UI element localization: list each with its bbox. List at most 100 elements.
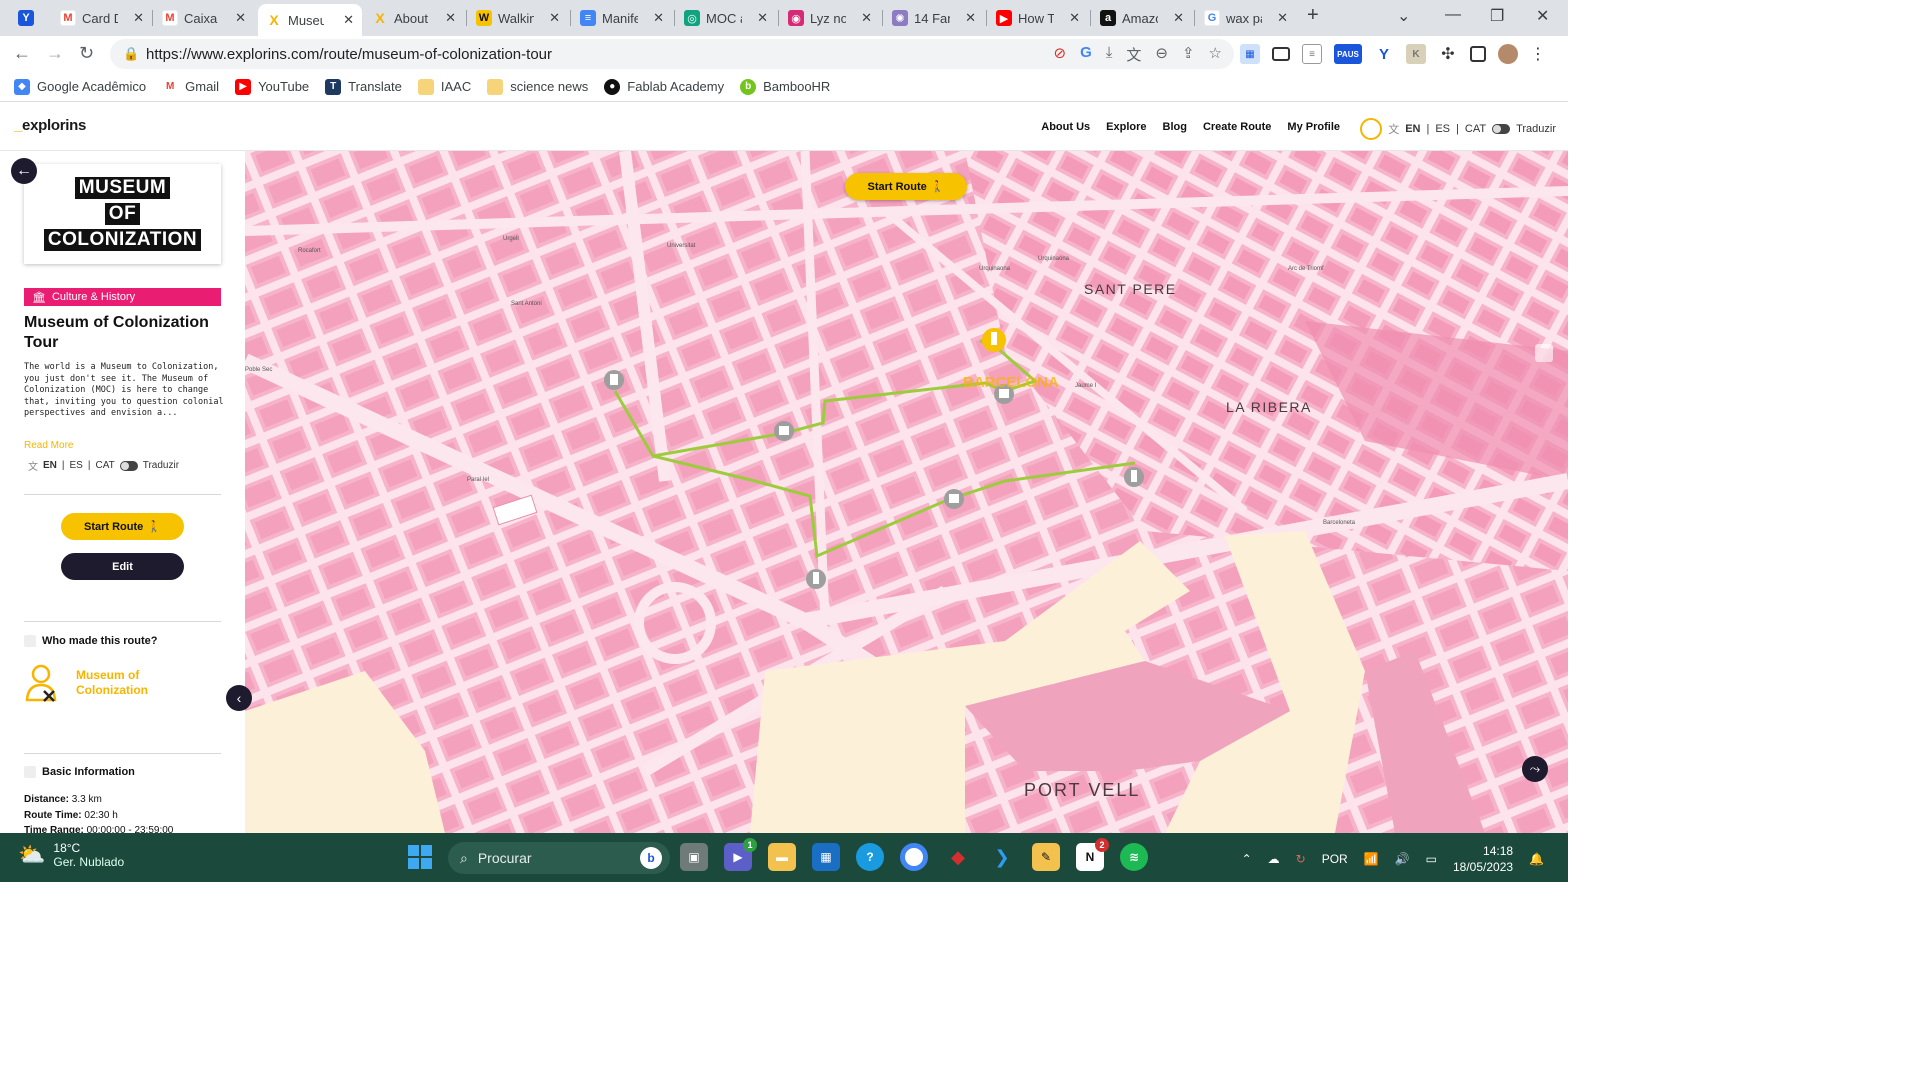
lang-es[interactable]: ES bbox=[1435, 123, 1450, 135]
route-marker[interactable] bbox=[774, 421, 794, 441]
tab-0[interactable]: Y bbox=[10, 4, 48, 32]
battery-icon[interactable]: ▭ bbox=[1426, 852, 1437, 866]
close-icon[interactable]: ✕ bbox=[133, 10, 144, 26]
map-start-route-button[interactable]: Start Route 🚶 bbox=[845, 173, 967, 200]
basic-info-header[interactable]: Basic Information bbox=[24, 766, 135, 778]
nav-my-profile[interactable]: My Profile bbox=[1287, 121, 1340, 133]
route-marker[interactable] bbox=[1124, 467, 1144, 487]
windows-start-icon[interactable] bbox=[408, 845, 432, 869]
tab-11[interactable]: a Amazo ✕ bbox=[1092, 4, 1192, 32]
lang-en[interactable]: EN bbox=[1405, 123, 1420, 135]
bookmark-youtube[interactable]: ▶ YouTube bbox=[235, 78, 309, 95]
close-window-icon[interactable]: ✕ bbox=[1536, 6, 1549, 26]
weather-widget[interactable]: ⛅ 18°C Ger. Nublado bbox=[18, 841, 124, 869]
help-icon[interactable]: ? bbox=[856, 843, 884, 871]
notes-icon[interactable]: ≡ bbox=[1302, 44, 1322, 64]
notifications-icon[interactable]: 🔔 bbox=[1529, 852, 1544, 866]
who-made-header[interactable]: Who made this route? bbox=[24, 635, 158, 647]
share-button[interactable]: ⤳ bbox=[1522, 756, 1548, 782]
nav-about-us[interactable]: About Us bbox=[1041, 121, 1090, 133]
blocked-icon[interactable]: ⊘ bbox=[1053, 44, 1066, 65]
tab-7[interactable]: ◎ MOC a ✕ bbox=[676, 4, 776, 32]
task-view-icon[interactable]: ▣ bbox=[680, 843, 708, 871]
translate-toggle[interactable] bbox=[119, 460, 138, 471]
mcafee-icon[interactable]: ◆ bbox=[944, 843, 972, 871]
picture-in-picture-icon[interactable] bbox=[1272, 47, 1290, 61]
chrome-icon[interactable] bbox=[900, 843, 928, 871]
tab-9[interactable]: ✺ 14 Fan ✕ bbox=[884, 4, 984, 32]
close-icon[interactable]: ✕ bbox=[1173, 10, 1184, 26]
translate-toggle[interactable] bbox=[1492, 124, 1511, 134]
explorins-logo[interactable]: _explorins bbox=[14, 117, 86, 134]
route-marker[interactable] bbox=[944, 489, 964, 509]
bookmark-google-academico[interactable]: ◆ Google Acadêmico bbox=[14, 78, 146, 95]
chevron-up-icon[interactable]: ⌃ bbox=[1242, 852, 1252, 866]
profile-avatar[interactable] bbox=[1498, 44, 1518, 64]
bookmark-bamboohr[interactable]: b BambooHR bbox=[740, 78, 830, 95]
read-more-link[interactable]: Read More bbox=[24, 440, 73, 451]
bookmark-fablab-academy[interactable]: ● Fablab Academy bbox=[604, 78, 724, 95]
new-tab-plus-icon[interactable]: + bbox=[1307, 4, 1319, 27]
edit-button[interactable]: Edit bbox=[61, 553, 184, 580]
puzzle-icon[interactable]: ✣ bbox=[1438, 44, 1458, 64]
close-icon[interactable]: ✕ bbox=[1277, 10, 1288, 26]
tab-1[interactable]: M Card D ✕ bbox=[52, 4, 152, 32]
k-extension-icon[interactable]: K bbox=[1406, 44, 1426, 64]
sticky-notes-icon[interactable]: ✎ bbox=[1032, 843, 1060, 871]
onedrive-cloud-icon[interactable]: ☁ bbox=[1268, 852, 1280, 866]
lang-cat[interactable]: CAT bbox=[1465, 123, 1486, 135]
collapse-sidebar-button[interactable]: ‹ bbox=[226, 685, 252, 711]
input-language[interactable]: POR bbox=[1322, 852, 1348, 866]
back-arrow-icon[interactable]: ← bbox=[13, 43, 31, 64]
volume-icon[interactable]: 🔊 bbox=[1395, 852, 1410, 866]
route-marker[interactable] bbox=[806, 569, 826, 589]
taskbar-search[interactable]: ⌕ Procurar b bbox=[448, 842, 670, 874]
file-explorer-icon[interactable]: ▬ bbox=[768, 843, 796, 871]
tab-search-chevron-icon[interactable]: ⌄ bbox=[1397, 6, 1410, 26]
reload-icon[interactable]: ↻ bbox=[79, 43, 94, 64]
close-icon[interactable]: ✕ bbox=[549, 10, 560, 26]
nav-explore[interactable]: Explore bbox=[1106, 121, 1146, 133]
close-icon[interactable]: ✕ bbox=[757, 10, 768, 26]
route-map[interactable]: Start Route 🚶 SANT PERE LA RIBERA PORT V… bbox=[245, 151, 1568, 833]
notion-icon[interactable]: N2 bbox=[1076, 838, 1109, 871]
bookmark-gmail[interactable]: M Gmail bbox=[162, 78, 219, 95]
nav-create-route[interactable]: Create Route bbox=[1203, 121, 1271, 133]
lang-en[interactable]: EN bbox=[43, 460, 57, 471]
extension-icon[interactable]: ▦ bbox=[1240, 44, 1260, 64]
microsoft-store-icon[interactable]: ▦ bbox=[812, 843, 840, 871]
bookmark-translate[interactable]: T Translate bbox=[325, 78, 402, 95]
tab-10[interactable]: ▶ How Tc ✕ bbox=[988, 4, 1088, 32]
zoom-icon[interactable]: ⊖ bbox=[1155, 44, 1168, 65]
spotify-icon[interactable]: ≋ bbox=[1120, 843, 1148, 871]
user-avatar[interactable] bbox=[1360, 118, 1383, 140]
route-start-marker[interactable] bbox=[982, 328, 1006, 352]
teams-icon[interactable]: ▶ 1 bbox=[724, 838, 757, 871]
close-icon[interactable]: ✕ bbox=[343, 12, 354, 28]
tab-4[interactable]: X About ✕ bbox=[364, 4, 464, 32]
tab-12[interactable]: G wax pa ✕ bbox=[1196, 4, 1296, 32]
paus-extension-icon[interactable]: PAUS bbox=[1334, 44, 1362, 64]
bookmark-folder-iaac[interactable]: IAAC bbox=[417, 78, 471, 95]
system-clock[interactable]: 14:18 18/05/2023 bbox=[1453, 843, 1513, 875]
kebab-menu-icon[interactable]: ⋮ bbox=[1530, 44, 1546, 64]
tab-8[interactable]: ◉ Lyz no ✕ bbox=[780, 4, 880, 32]
bookmark-star-icon[interactable]: ☆ bbox=[1209, 44, 1222, 65]
tab-5[interactable]: W Walkin ✕ bbox=[468, 4, 568, 32]
route-author[interactable]: Museum of Colonization bbox=[24, 663, 176, 703]
address-bar[interactable]: 🔒 https://www.explorins.com/route/museum… bbox=[110, 39, 1234, 69]
lang-cat[interactable]: CAT bbox=[95, 460, 114, 471]
start-route-button[interactable]: Start Route 🚶 bbox=[61, 513, 184, 540]
restore-icon[interactable]: ❐ bbox=[1490, 6, 1504, 26]
sync-icon[interactable]: ↻ bbox=[1296, 852, 1306, 866]
minimize-icon[interactable]: — bbox=[1445, 6, 1461, 24]
bookmark-folder-science-news[interactable]: science news bbox=[487, 78, 588, 95]
install-icon[interactable]: ⤓ bbox=[1106, 44, 1113, 65]
share-icon[interactable]: ⇪ bbox=[1182, 44, 1195, 65]
tab-3-active[interactable]: X Museu ✕ bbox=[258, 4, 362, 36]
close-icon[interactable]: ✕ bbox=[965, 10, 976, 26]
close-icon[interactable]: ✕ bbox=[235, 10, 246, 26]
close-icon[interactable]: ✕ bbox=[861, 10, 872, 26]
close-icon[interactable]: ✕ bbox=[1069, 10, 1080, 26]
nav-blog[interactable]: Blog bbox=[1163, 121, 1187, 133]
